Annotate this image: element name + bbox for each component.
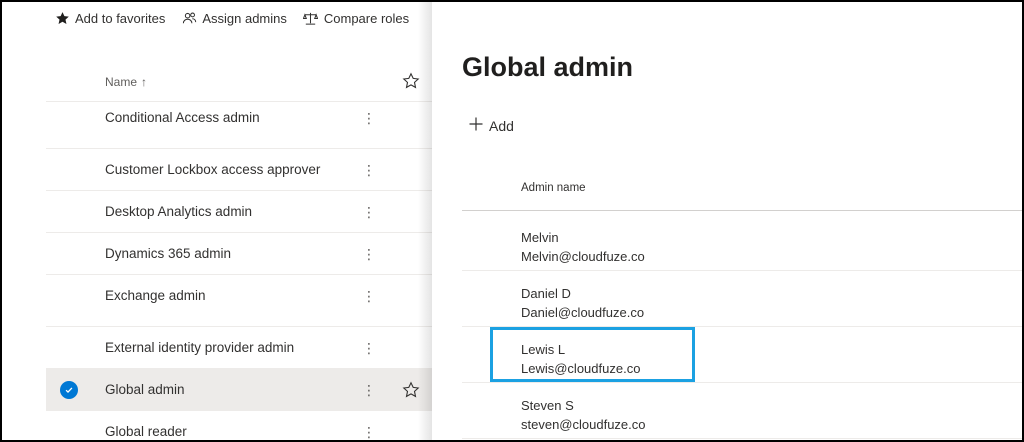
more-options-icon[interactable]: ⋮: [362, 247, 376, 261]
role-name: Customer Lockbox access approver: [105, 162, 321, 177]
role-row-global-reader[interactable]: Global reader ⋮: [46, 411, 432, 440]
role-row-exchange-admin[interactable]: Exchange admin ⋮: [46, 275, 432, 327]
name-column-label: Name: [105, 75, 138, 89]
role-name: Global reader: [105, 424, 187, 439]
admin-name: Steven S: [521, 398, 574, 413]
role-row-external-identity-provider-admin[interactable]: External identity provider admin ⋮: [46, 327, 432, 369]
star-filled-icon: [54, 10, 70, 26]
people-icon: [181, 10, 197, 26]
add-to-favorites-button[interactable]: Add to favorites: [54, 10, 165, 26]
role-row-desktop-analytics-admin[interactable]: Desktop Analytics admin ⋮: [46, 191, 432, 233]
admin-name-column-header[interactable]: Admin name: [521, 182, 586, 194]
roles-pane: Add to favorites Assign admins Compare r…: [2, 2, 432, 440]
role-name: Dynamics 365 admin: [105, 246, 232, 261]
more-options-icon[interactable]: ⋮: [362, 205, 376, 219]
admin-name: Daniel D: [521, 286, 571, 301]
assign-admins-label: Assign admins: [202, 10, 287, 26]
add-admin-button[interactable]: Add: [468, 116, 514, 135]
checkmark-icon[interactable]: [60, 381, 78, 399]
more-options-icon[interactable]: ⋮: [362, 425, 376, 439]
command-bar: Add to favorites Assign admins Compare r…: [54, 10, 409, 26]
more-options-icon[interactable]: ⋮: [362, 341, 376, 355]
compare-roles-label: Compare roles: [323, 10, 410, 26]
role-row-customer-lockbox-access-approver[interactable]: Customer Lockbox access approver ⋮: [46, 149, 432, 191]
compare-roles-button[interactable]: Compare roles: [303, 10, 409, 26]
admin-row[interactable]: Melvin Melvin@cloudfuze.co: [462, 215, 1022, 271]
role-row-dynamics-365-admin[interactable]: Dynamics 365 admin ⋮: [46, 233, 432, 275]
panel-title: Global admin: [462, 52, 634, 82]
add-to-favorites-label: Add to favorites: [75, 10, 166, 26]
window-frame: Add to favorites Assign admins Compare r…: [0, 0, 1024, 442]
admin-email: steven@cloudfuze.co: [521, 417, 646, 432]
sort-ascending-icon: ↑: [141, 75, 148, 89]
plus-icon: [468, 116, 484, 135]
role-row-conditional-access-admin[interactable]: Conditional Access admin ⋮: [46, 103, 432, 149]
more-options-icon[interactable]: ⋮: [362, 289, 376, 303]
more-options-icon[interactable]: ⋮: [362, 111, 376, 125]
role-name: Exchange admin: [105, 288, 206, 303]
more-options-icon[interactable]: ⋮: [362, 383, 376, 397]
name-column-header[interactable]: Name ↑: [105, 75, 147, 89]
admin-row[interactable]: Steven S steven@cloudfuze.co: [462, 383, 1022, 439]
admin-email: Daniel@cloudfuze.co: [521, 305, 645, 320]
roles-list: Conditional Access admin ⋮ Customer Lock…: [46, 103, 432, 440]
admin-email: Melvin@cloudfuze.co: [521, 249, 645, 264]
admin-name: Lewis L: [521, 342, 566, 357]
more-options-icon[interactable]: ⋮: [362, 163, 376, 177]
roles-list-header: Name ↑: [46, 62, 432, 102]
header-divider: [462, 210, 1022, 211]
admin-list: Melvin Melvin@cloudfuze.co Daniel D Dani…: [462, 215, 1022, 439]
role-name: Desktop Analytics admin: [105, 204, 253, 219]
role-name: External identity provider admin: [105, 340, 295, 355]
scales-icon: [303, 10, 319, 26]
admin-row[interactable]: Lewis L Lewis@cloudfuze.co: [462, 327, 1022, 383]
role-details-panel: Global admin Add Admin name Melvin Melvi…: [432, 2, 1022, 440]
admin-name: Melvin: [521, 230, 559, 245]
add-admin-label: Add: [489, 117, 514, 134]
role-name: Global admin: [105, 382, 185, 397]
role-name: Conditional Access admin: [105, 110, 260, 125]
admin-email: Lewis@cloudfuze.co: [521, 361, 641, 376]
role-row-global-admin[interactable]: Global admin ⋮: [46, 369, 432, 411]
admin-row[interactable]: Daniel D Daniel@cloudfuze.co: [462, 271, 1022, 327]
assign-admins-button[interactable]: Assign admins: [181, 10, 287, 26]
